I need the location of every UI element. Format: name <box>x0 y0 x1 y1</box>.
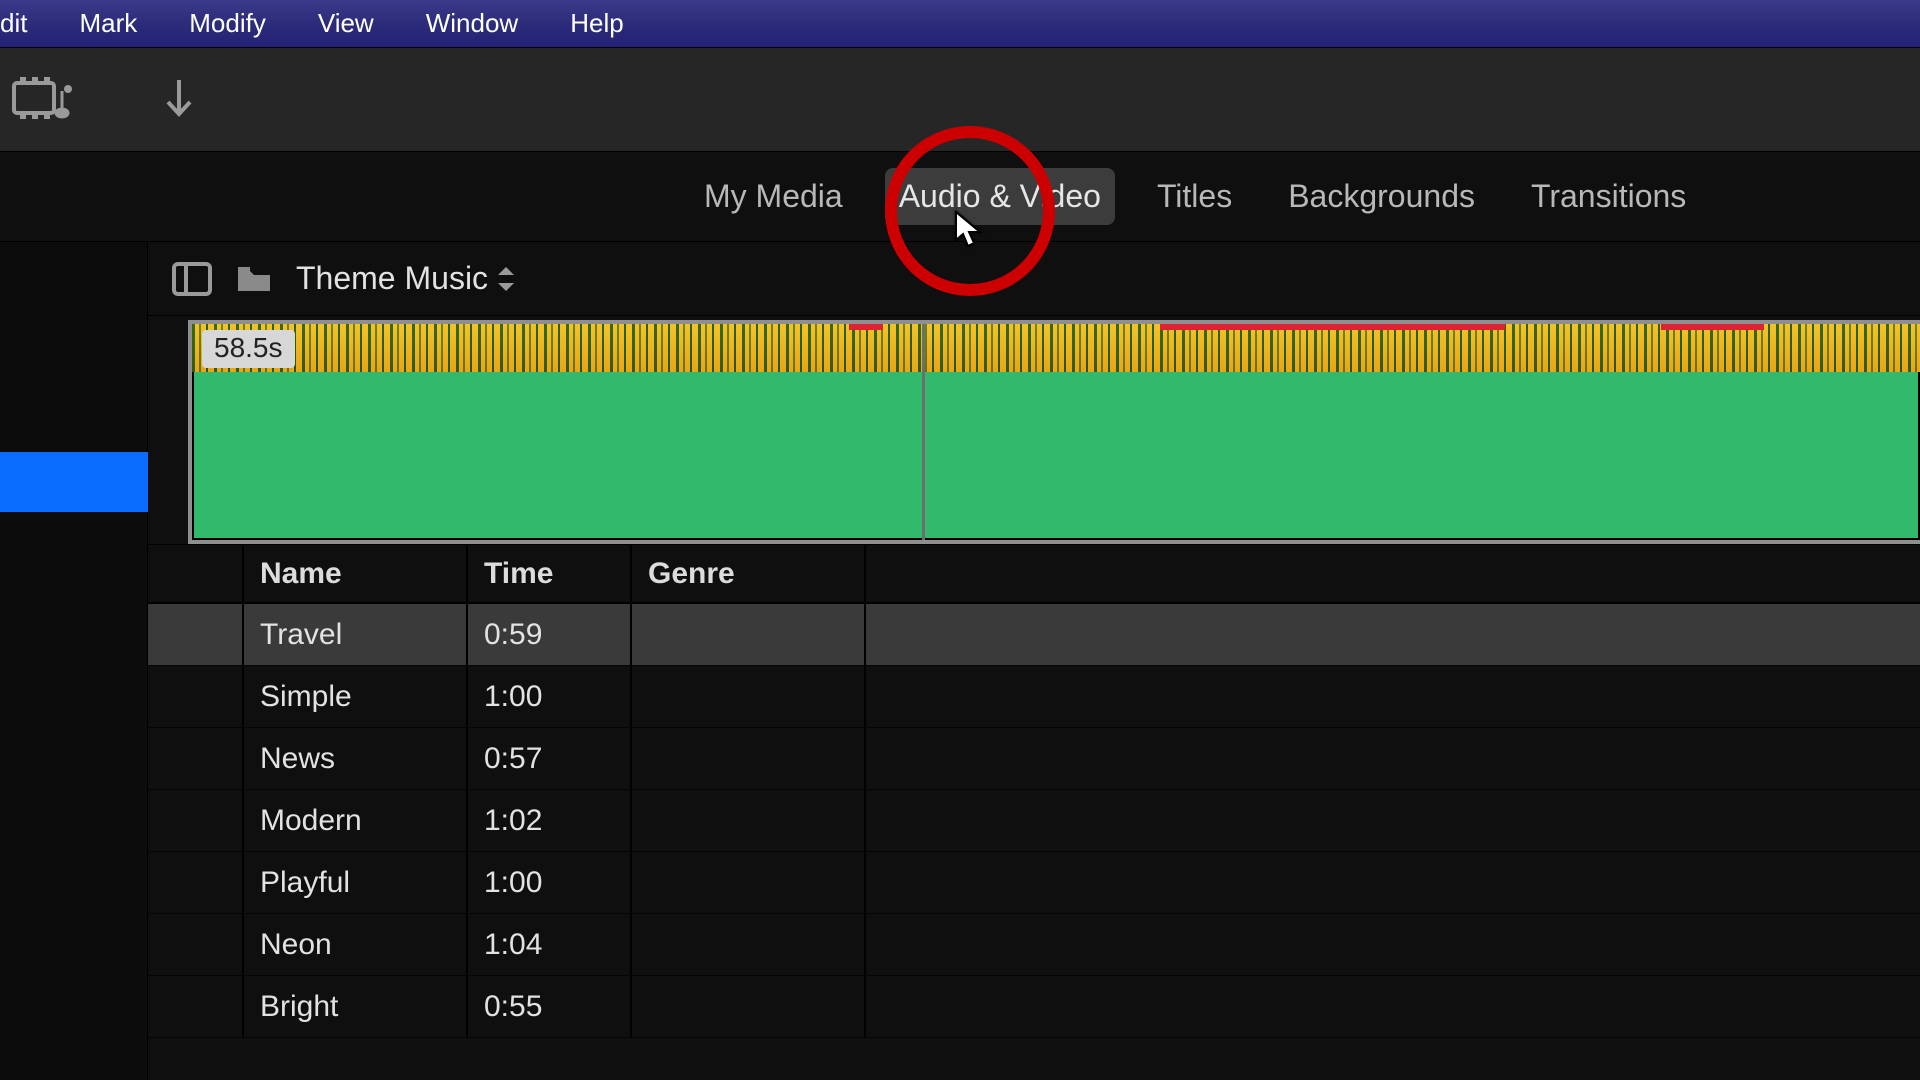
waveform-bars <box>192 324 1920 372</box>
table-header: Name Time Genre <box>148 544 1920 604</box>
table-row[interactable]: News 0:57 <box>148 728 1920 790</box>
sort-updown-icon <box>496 265 516 293</box>
media-import-icon[interactable] <box>12 77 74 123</box>
row-spacer <box>148 666 244 727</box>
menu-help[interactable]: Help <box>544 0 649 47</box>
waveform-clip-warning <box>1661 324 1765 330</box>
menu-mark[interactable]: Mark <box>53 0 163 47</box>
menu-window[interactable]: Window <box>400 0 544 47</box>
toolbar <box>0 48 1920 152</box>
table-header-spacer <box>148 545 244 602</box>
folder-dropdown[interactable]: Theme Music <box>296 260 516 297</box>
cell-name: Neon <box>244 914 468 975</box>
cell-name: Travel <box>244 604 468 665</box>
menu-edit[interactable]: dit <box>0 0 53 47</box>
menu-modify[interactable]: Modify <box>163 0 292 47</box>
tab-audio-video[interactable]: Audio & Video <box>885 168 1115 225</box>
sidebar <box>0 242 148 1080</box>
waveform-playhead[interactable] <box>922 324 925 540</box>
folder-icon <box>236 265 272 293</box>
cell-name: Simple <box>244 666 468 727</box>
tracks-table: Name Time Genre Travel 0:59 Simple 1:00 … <box>148 544 1920 1080</box>
cell-name: Playful <box>244 852 468 913</box>
waveform-clip-warning <box>1160 324 1506 330</box>
cell-time: 1:00 <box>468 852 632 913</box>
sidebar-selected-item[interactable] <box>0 452 148 512</box>
waveform-amplitude-band <box>192 324 1920 372</box>
cell-time: 0:57 <box>468 728 632 789</box>
row-spacer <box>148 914 244 975</box>
content-pane: Theme Music 58.5s <box>148 242 1920 1080</box>
row-spacer <box>148 976 244 1037</box>
cell-genre <box>632 914 866 975</box>
cell-genre <box>632 790 866 851</box>
table-row[interactable]: Modern 1:02 <box>148 790 1920 852</box>
cell-time: 1:00 <box>468 666 632 727</box>
cell-time: 0:55 <box>468 976 632 1037</box>
row-spacer <box>148 852 244 913</box>
tab-my-media[interactable]: My Media <box>690 168 857 225</box>
main-layout: Theme Music 58.5s <box>0 242 1920 1080</box>
row-spacer <box>148 790 244 851</box>
table-row[interactable]: Travel 0:59 <box>148 604 1920 666</box>
column-name[interactable]: Name <box>244 545 468 602</box>
cell-time: 1:04 <box>468 914 632 975</box>
folder-label-text: Theme Music <box>296 260 488 297</box>
waveform-clip-warning <box>849 324 884 330</box>
waveform-panel: 58.5s <box>148 316 1920 544</box>
list-view-toggle-icon[interactable] <box>172 262 212 296</box>
cell-genre <box>632 666 866 727</box>
cell-genre <box>632 852 866 913</box>
cell-genre <box>632 604 866 665</box>
tab-backgrounds[interactable]: Backgrounds <box>1274 168 1489 225</box>
library-tabs: My Media Audio & Video Titles Background… <box>0 152 1920 242</box>
table-row[interactable]: Simple 1:00 <box>148 666 1920 728</box>
download-arrow-icon[interactable] <box>164 78 194 122</box>
waveform-duration-badge: 58.5s <box>202 330 295 368</box>
cell-genre <box>632 976 866 1037</box>
menu-view[interactable]: View <box>292 0 400 47</box>
cell-name: Bright <box>244 976 468 1037</box>
menubar: dit Mark Modify View Window Help <box>0 0 1920 48</box>
column-time[interactable]: Time <box>468 545 632 602</box>
audio-waveform[interactable]: 58.5s <box>188 320 1920 544</box>
cell-genre <box>632 728 866 789</box>
tab-titles[interactable]: Titles <box>1143 168 1246 225</box>
cell-time: 0:59 <box>468 604 632 665</box>
table-row[interactable]: Playful 1:00 <box>148 852 1920 914</box>
table-row[interactable]: Bright 0:55 <box>148 976 1920 1038</box>
row-spacer <box>148 728 244 789</box>
row-spacer <box>148 604 244 665</box>
cell-time: 1:02 <box>468 790 632 851</box>
cell-name: Modern <box>244 790 468 851</box>
tab-transitions[interactable]: Transitions <box>1517 168 1700 225</box>
folder-breadcrumb: Theme Music <box>148 242 1920 316</box>
column-genre[interactable]: Genre <box>632 545 866 602</box>
cell-name: News <box>244 728 468 789</box>
table-row[interactable]: Neon 1:04 <box>148 914 1920 976</box>
